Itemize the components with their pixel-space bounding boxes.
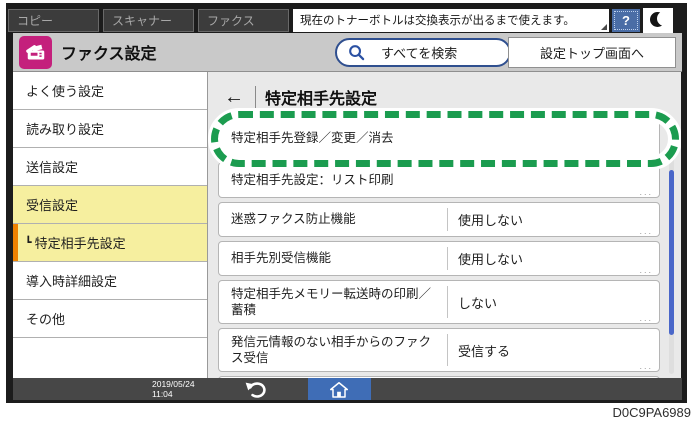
date-text: 2019/05/24 <box>152 379 195 389</box>
bottom-bar: 2019/05/24 11:04 <box>13 378 682 400</box>
more-indicator: ... <box>639 265 653 275</box>
toner-status-message[interactable]: 現在のトナーボトルは交換表示が出るまで使えます。 <box>293 8 609 32</box>
list-item-partial[interactable] <box>218 376 660 378</box>
home-icon <box>330 381 349 398</box>
sidebar-item-scan[interactable]: 読み取り設定 <box>13 110 207 148</box>
sidebar-item-reception[interactable]: 受信設定 <box>13 186 207 224</box>
tab-scanner[interactable]: スキャナー <box>103 8 194 32</box>
more-indicator: ... <box>639 361 653 371</box>
sidebar-item-label: 特定相手先設定 <box>34 236 126 251</box>
datetime-stamp: 2019/05/24 11:04 <box>152 379 195 399</box>
list-item-label: 迷惑ファクス防止機能 <box>231 212 356 227</box>
undo-arrow-icon <box>245 381 266 398</box>
list-item-register-change-delete[interactable]: 特定相手先登録／変更／消去 <box>218 118 660 158</box>
list-item-reception-per-sender[interactable]: 相手先別受信機能 使用しない ... <box>218 241 660 276</box>
figure-caption: D0C9PA6989 <box>612 405 691 420</box>
top-tab-bar: コピー スキャナー ファクス 現在のトナーボトルは交換表示が出るまで使えます。 … <box>8 7 684 33</box>
list-item-label: 特定相手先設定：リスト印刷 <box>231 172 394 187</box>
search-all-label: すべてを検索 <box>381 46 458 61</box>
list-item-label: 相手先別受信機能 <box>231 251 332 266</box>
scrollbar-track[interactable] <box>669 118 674 374</box>
list-item-print-list[interactable]: 特定相手先設定：リスト印刷 ... <box>218 162 660 198</box>
sidebar-item-frequent[interactable]: よく使う設定 <box>13 72 207 110</box>
page-title: ファクス設定 <box>61 46 157 63</box>
sidebar-item-initial-setup[interactable]: 導入時詳細設定 <box>13 262 207 300</box>
home-button[interactable] <box>307 378 371 400</box>
main-panel: ← 特定相手先設定 特定相手先登録／変更／消去 特定相手先設定：リスト印刷 ..… <box>208 72 681 378</box>
more-indicator: ... <box>639 187 653 197</box>
header-divider <box>255 86 256 108</box>
fax-machine-icon <box>19 35 52 69</box>
main-title: 特定相手先設定 <box>265 91 378 108</box>
sub-level-icon: ┗ <box>25 237 32 249</box>
time-text: 11:04 <box>152 389 173 399</box>
list-item-label: 特定相手先登録／変更／消去 <box>231 130 394 145</box>
title-bar: ファクス設定 すべてを検索 設定トップ画面へ <box>13 33 682 72</box>
list-item-junk-fax-prevention[interactable]: 迷惑ファクス防止機能 使用しない ... <box>218 202 660 237</box>
sidebar: よく使う設定 読み取り設定 送信設定 受信設定 ┗ 特定相手先設定 導入時詳細設… <box>13 72 208 378</box>
device-screen: コピー スキャナー ファクス 現在のトナーボトルは交換表示が出るまで使えます。 … <box>6 3 687 403</box>
more-indicator: ... <box>639 313 653 323</box>
list-item-value: 使用しない <box>447 208 659 231</box>
main-header: ← 特定相手先設定 <box>220 82 377 112</box>
energy-saver-button[interactable] <box>643 7 673 33</box>
list-item-label: 発信元情報のない相手からのファクス受信 <box>231 334 432 365</box>
sidebar-item-special-sender[interactable]: ┗ 特定相手先設定 <box>13 224 207 262</box>
tab-fax[interactable]: ファクス <box>198 8 289 32</box>
scrollbar-thumb[interactable] <box>669 170 674 335</box>
search-all-button[interactable]: すべてを検索 <box>335 38 511 67</box>
back-button[interactable]: ← <box>220 86 248 109</box>
sidebar-item-others[interactable]: その他 <box>13 300 207 338</box>
list-item-no-sender-info-reception[interactable]: 発信元情報のない相手からのファクス受信 受信する ... <box>218 328 660 372</box>
list-item-label: 特定相手先メモリー転送時の印刷／蓄積 <box>231 286 432 317</box>
list-item-value: 受信する <box>447 334 659 366</box>
help-button[interactable]: ? <box>612 8 640 32</box>
list-item-memory-transfer-print[interactable]: 特定相手先メモリー転送時の印刷／蓄積 しない ... <box>218 280 660 324</box>
settings-top-button[interactable]: 設定トップ画面へ <box>508 37 676 68</box>
tab-copy[interactable]: コピー <box>8 8 99 32</box>
sidebar-filler <box>13 338 207 378</box>
body: よく使う設定 読み取り設定 送信設定 受信設定 ┗ 特定相手先設定 導入時詳細設… <box>13 72 682 378</box>
more-indicator: ... <box>639 226 653 236</box>
sidebar-item-send[interactable]: 送信設定 <box>13 148 207 186</box>
list-item-value: 使用しない <box>447 247 659 270</box>
list-item-value: しない <box>447 286 659 318</box>
back-undo-button[interactable] <box>241 378 271 400</box>
crescent-moon-icon <box>649 11 667 29</box>
search-icon <box>349 45 365 61</box>
